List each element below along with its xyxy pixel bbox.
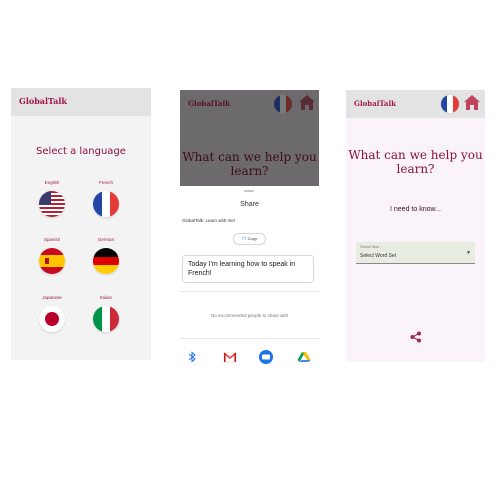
language-option-italian[interactable]: Italian — [86, 295, 126, 332]
share-title: Share — [240, 201, 259, 208]
language-label: Japanese — [42, 295, 62, 300]
dimmed-background[interactable]: GlobalTalk What can we help you learn? — [180, 90, 319, 186]
drive-icon[interactable] — [297, 350, 311, 365]
language-option-german[interactable]: German — [86, 237, 126, 274]
gmail-icon[interactable] — [223, 350, 237, 365]
share-sheet-screen: GlobalTalk What can we help you learn? S… — [180, 90, 319, 365]
fr-flag-icon[interactable] — [441, 95, 459, 113]
language-option-spanish[interactable]: Spanish — [32, 237, 72, 274]
caret-down-icon: ▼ — [466, 250, 471, 256]
language-label: Italian — [99, 295, 112, 300]
language-label: French — [98, 180, 113, 185]
word-set-select[interactable]: Select Item Select Word Set ▼ — [356, 242, 475, 264]
app-brand: GlobalTalk — [19, 96, 67, 106]
jp-flag-icon — [39, 306, 65, 332]
app-brand: GlobalTalk — [354, 99, 396, 108]
app-brand: GlobalTalk — [188, 99, 230, 108]
bluetooth-icon[interactable] — [186, 350, 198, 365]
page-title: Select a language — [36, 146, 126, 157]
app-bar: GlobalTalk — [11, 88, 151, 116]
copy-icon: ❐ — [242, 236, 246, 241]
language-option-french[interactable]: French — [86, 180, 126, 217]
share-targets — [180, 350, 319, 364]
divider — [180, 338, 319, 339]
messages-icon[interactable] — [258, 350, 274, 365]
language-label: English — [44, 180, 60, 185]
prompt-question: What can we help you learn? — [348, 148, 483, 176]
copy-button[interactable]: ❐ Copy — [233, 233, 266, 245]
language-select-screen: GlobalTalk Select a language English Fre… — [11, 88, 151, 360]
select-label: Select Item — [360, 245, 379, 249]
divider — [180, 291, 319, 292]
es-flag-icon — [39, 248, 65, 274]
select-value: Select Word Set — [360, 253, 397, 259]
need-label: I need to know... — [390, 206, 441, 213]
us-flag-icon — [39, 191, 65, 217]
learn-screen: GlobalTalk What can we help you learn? I… — [346, 90, 485, 362]
home-icon[interactable] — [463, 94, 481, 116]
sheet-handle[interactable] — [244, 190, 254, 192]
fr-flag-icon[interactable] — [274, 95, 292, 113]
language-label: Spanish — [43, 237, 61, 242]
language-option-japanese[interactable]: Japanese — [32, 295, 72, 332]
language-label: German — [97, 237, 115, 242]
prompt-question: What can we help you learn? — [182, 150, 317, 178]
share-text: GlobalTalk: Learn with me! — [182, 218, 236, 223]
de-flag-icon — [93, 248, 119, 274]
it-flag-icon — [93, 306, 119, 332]
home-icon[interactable] — [298, 94, 316, 116]
share-message[interactable]: Today I'm learning how to speak in Frenc… — [182, 255, 314, 283]
share-icon[interactable] — [410, 330, 422, 348]
fr-flag-icon — [93, 191, 119, 217]
copy-label: Copy — [247, 236, 257, 241]
no-recommendations-text: No recommended people to share with — [210, 313, 289, 318]
language-option-english[interactable]: English — [32, 180, 72, 217]
